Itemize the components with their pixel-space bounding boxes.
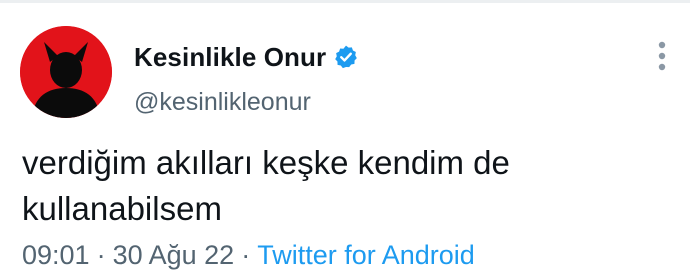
devil-silhouette-icon	[20, 26, 112, 118]
tweet-text: verdiğim akılları keşke kendim de kullan…	[22, 144, 510, 227]
tweet-source-link[interactable]: Twitter for Android	[257, 240, 475, 270]
avatar[interactable]	[20, 26, 112, 118]
author-name-row: Kesinlikle Onur	[134, 40, 359, 74]
meta-separator: ·	[96, 240, 106, 270]
tweet-meta: 09:01 · 30 Ağu 22 · Twitter for Android	[22, 240, 475, 271]
tweet-date[interactable]: 30 Ağu 22	[113, 240, 235, 270]
more-vertical-icon[interactable]	[655, 40, 669, 72]
meta-separator: ·	[241, 240, 251, 270]
verified-badge-icon	[333, 44, 359, 70]
user-handle[interactable]: @kesinlikleonur	[134, 88, 311, 117]
tweet-time[interactable]: 09:01	[22, 240, 90, 270]
display-name[interactable]: Kesinlikle Onur	[134, 42, 326, 73]
top-divider	[0, 0, 690, 3]
